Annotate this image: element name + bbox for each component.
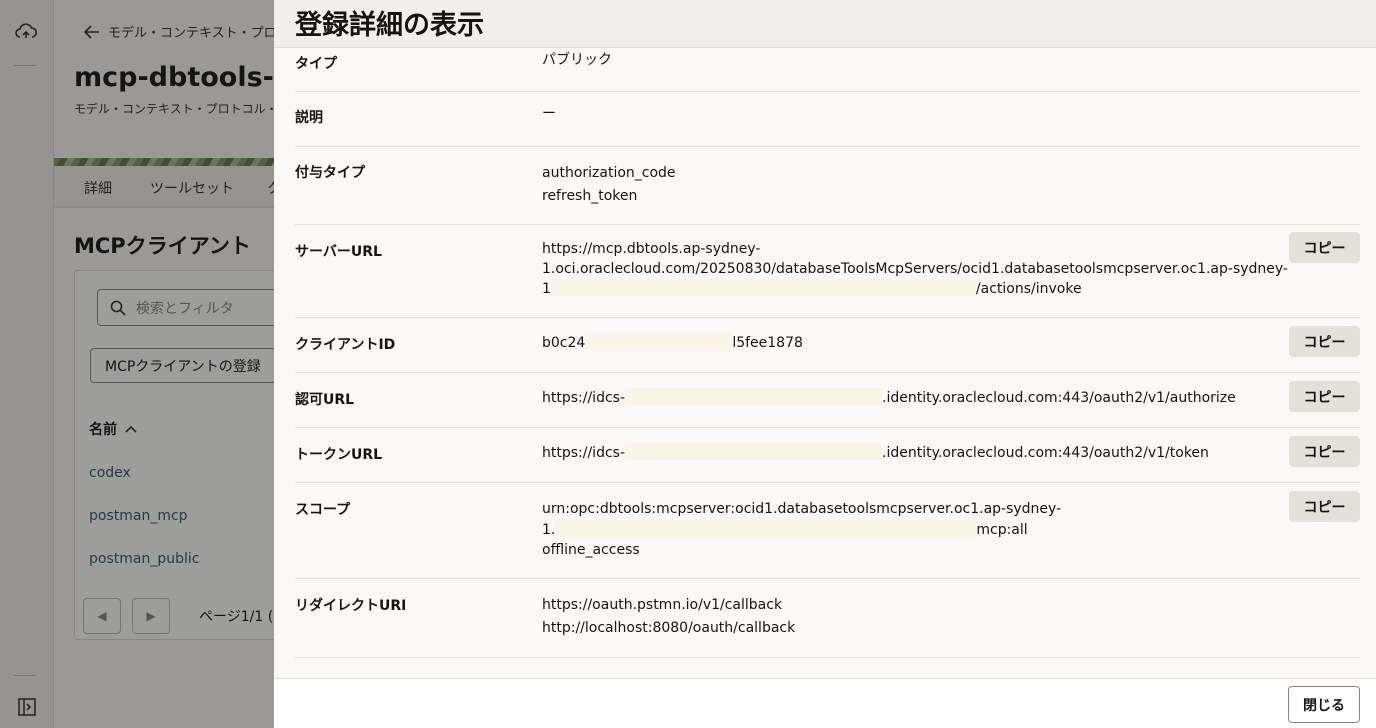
grant-type-value: refresh_token bbox=[542, 188, 638, 204]
redacted-block bbox=[585, 333, 733, 350]
auth-url-prefix: https://idcs- bbox=[542, 390, 626, 406]
drawer-footer: 閉じる bbox=[274, 678, 1376, 728]
detail-row-scope: スコープ urn:opc:dbtools:mcpserver:ocid1.dat… bbox=[295, 483, 1360, 579]
redirect-uri-value: http://localhost:8080/oauth/callback bbox=[542, 620, 796, 636]
copy-scope-button[interactable]: コピー bbox=[1289, 491, 1360, 522]
copy-token-url-button[interactable]: コピー bbox=[1289, 436, 1360, 467]
token-url-suffix: .identity.oraclecloud.com:443/oauth2/v1/… bbox=[882, 445, 1209, 461]
copy-server-url-button[interactable]: コピー bbox=[1289, 232, 1360, 263]
detail-row-description: 説明 ー bbox=[295, 92, 1360, 147]
server-url-line: 1/actions/invoke bbox=[542, 279, 1288, 299]
grant-type-value: authorization_code bbox=[542, 165, 676, 181]
server-url-prefix: 1 bbox=[542, 281, 551, 297]
detail-row-server-url: サーバーURL https://mcp.dbtools.ap-sydney- 1… bbox=[295, 225, 1360, 318]
row-value: b0c24 l5fee1878 bbox=[542, 333, 803, 354]
detail-row-auth-url: 認可URL https://idcs- .identity.oraclecloud… bbox=[295, 373, 1360, 428]
redacted-block bbox=[625, 388, 883, 405]
detail-row-token-url: トークンURL https://idcs- .identity.oracleclo… bbox=[295, 428, 1360, 483]
scope-line: offline_access bbox=[542, 542, 640, 558]
auth-url-suffix: .identity.oraclecloud.com:443/oauth2/v1/… bbox=[882, 390, 1236, 406]
row-label: 付与タイプ bbox=[295, 165, 365, 181]
row-label: トークンURL bbox=[295, 447, 383, 463]
drawer-body: タイプ パブリック 説明 ー 付与タイプ authorization_code … bbox=[295, 48, 1360, 678]
row-value: https://idcs- .identity.oraclecloud.com:4… bbox=[542, 443, 1209, 464]
detail-row-type: タイプ パブリック bbox=[295, 48, 1360, 92]
redacted-block bbox=[550, 279, 976, 296]
row-value: https://mcp.dbtools.ap-sydney- 1.oci.ora… bbox=[542, 240, 1288, 299]
row-value: パブリック bbox=[542, 52, 612, 68]
scope-line: urn:opc:dbtools:mcpserver:ocid1.database… bbox=[542, 501, 1062, 517]
row-value: urn:opc:dbtools:mcpserver:ocid1.database… bbox=[542, 499, 1061, 561]
row-label: 説明 bbox=[295, 110, 323, 126]
server-url-line: https://mcp.dbtools.ap-sydney- bbox=[542, 241, 761, 257]
row-label: タイプ bbox=[295, 56, 337, 72]
detail-row-grant-types: 付与タイプ authorization_code refresh_token bbox=[295, 147, 1360, 225]
row-value: https://oauth.pstmn.io/v1/callback http:… bbox=[542, 594, 795, 640]
row-value: ー bbox=[542, 106, 556, 122]
client-id-suffix: l5fee1878 bbox=[732, 335, 803, 351]
server-url-suffix: /actions/invoke bbox=[975, 281, 1082, 297]
row-value: authorization_code refresh_token bbox=[542, 162, 676, 208]
row-label: 認可URL bbox=[295, 392, 355, 408]
redacted-block bbox=[625, 443, 883, 460]
scope-prefix: 1. bbox=[542, 521, 556, 538]
drawer-header: 登録詳細の表示 bbox=[274, 0, 1376, 48]
row-label: サーバーURL bbox=[295, 244, 382, 260]
row-label: リダイレクトURI bbox=[295, 598, 407, 614]
server-url-line: 1.oci.oraclecloud.com/20250830/databaseT… bbox=[542, 260, 1288, 277]
token-url-prefix: https://idcs- bbox=[542, 445, 626, 461]
copy-auth-url-button[interactable]: コピー bbox=[1289, 381, 1360, 412]
copy-client-id-button[interactable]: コピー bbox=[1289, 326, 1360, 357]
detail-row-client-id: クライアントID b0c24 l5fee1878 コピー bbox=[295, 318, 1360, 373]
row-label: スコープ bbox=[295, 502, 351, 518]
close-button[interactable]: 閉じる bbox=[1288, 686, 1360, 723]
detail-row-redirect-uri: リダイレクトURI https://oauth.pstmn.io/v1/call… bbox=[295, 579, 1360, 658]
registration-details-drawer: 登録詳細の表示 タイプ パブリック 説明 ー 付与タイプ authorizati… bbox=[274, 0, 1376, 728]
redirect-uri-value: https://oauth.pstmn.io/v1/callback bbox=[542, 597, 783, 613]
drawer-title: 登録詳細の表示 bbox=[295, 10, 484, 41]
scope-suffix: mcp:all bbox=[976, 521, 1028, 538]
redacted-block bbox=[555, 519, 977, 537]
row-value: https://idcs- .identity.oraclecloud.com:4… bbox=[542, 388, 1236, 409]
scope-line: 1. mcp:all bbox=[542, 519, 1061, 541]
client-id-prefix: b0c24 bbox=[542, 335, 586, 351]
row-label: クライアントID bbox=[295, 337, 396, 353]
